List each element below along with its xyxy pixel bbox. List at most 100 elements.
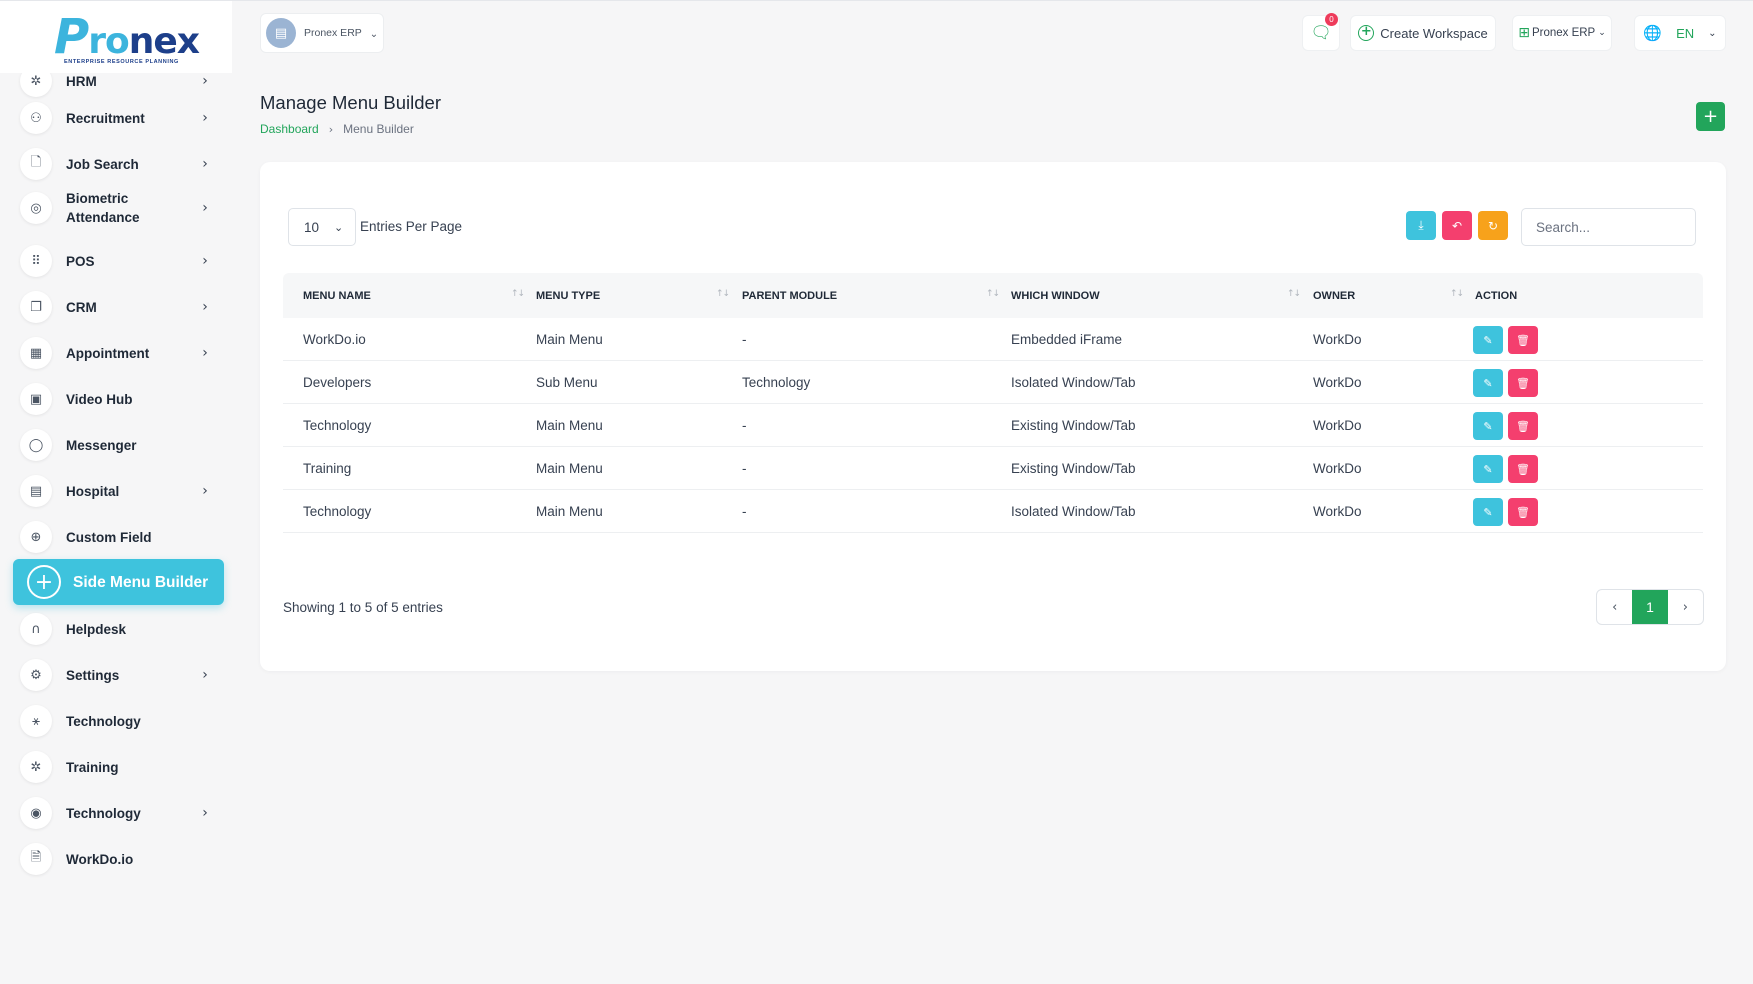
- chevron-down-icon: ⌄: [1708, 27, 1717, 39]
- trash-icon: 🗑: [1516, 419, 1530, 433]
- chevron-right-icon: ›: [202, 156, 208, 172]
- grid-icon: ⠿: [20, 245, 52, 277]
- sort-icon[interactable]: ↑↓: [1287, 289, 1301, 299]
- edit-button[interactable]: ✎: [1473, 412, 1503, 440]
- sidebar-item-recruitment[interactable]: ⚇ Recruitment ›: [20, 96, 216, 140]
- sidebar-item-technology[interactable]: ⚹ Technology: [20, 699, 216, 743]
- delete-button[interactable]: 🗑: [1508, 498, 1538, 526]
- breadcrumb-dashboard-link[interactable]: Dashboard: [260, 122, 319, 136]
- sidebar-item-label: Technology: [66, 713, 141, 729]
- chevron-right-icon: ›: [202, 805, 208, 821]
- notification-badge: 0: [1325, 13, 1338, 26]
- app-switcher-button[interactable]: ⊞ Pronex ERP ⌄: [1512, 15, 1612, 51]
- undo-icon: ↶: [1451, 218, 1463, 233]
- sidebar-item-workdo-io[interactable]: 🗎 WorkDo.io: [20, 837, 216, 881]
- language-selector[interactable]: 🌐 EN ⌄: [1634, 15, 1726, 51]
- cell-which-window: Existing Window/Tab: [1011, 461, 1136, 476]
- chevron-right-icon: ›: [202, 73, 208, 89]
- sidebar-item-label: Biometric Attendance: [66, 191, 140, 225]
- menu-table: MENU NAME ↑↓ MENU TYPE ↑↓ PARENT MODULE …: [283, 273, 1703, 533]
- create-workspace-button[interactable]: + Create Workspace: [1350, 15, 1496, 51]
- table-row: Technology Main Menu - Existing Window/Tab W…: [283, 404, 1703, 447]
- sidebar-item-label: WorkDo.io: [66, 851, 134, 867]
- refresh-button[interactable]: ↻: [1478, 211, 1508, 240]
- sidebar-item-custom-field[interactable]: ⊕ Custom Field: [20, 515, 216, 559]
- delete-button[interactable]: 🗑: [1508, 412, 1538, 440]
- previous-page-button[interactable]: ‹: [1597, 590, 1632, 624]
- sort-icon[interactable]: ↑↓: [716, 289, 730, 299]
- add-menu-button[interactable]: +: [1696, 102, 1725, 131]
- cell-parent-module: -: [742, 332, 747, 347]
- cell-parent-module: -: [742, 504, 747, 519]
- table-row: Developers Sub Menu Technology Isolated Win…: [283, 361, 1703, 404]
- sidebar-item-job-search[interactable]: 🗋 Job Search ›: [20, 142, 216, 186]
- column-header-menu-type[interactable]: MENU TYPE: [536, 273, 600, 318]
- messages-button[interactable]: 🗨 0: [1302, 13, 1340, 51]
- sidebar-item-label: Custom Field: [66, 529, 152, 545]
- pencil-icon: ✎: [1483, 376, 1493, 390]
- page-button-1[interactable]: 1: [1632, 590, 1668, 624]
- sidebar-item-crm[interactable]: ❐ CRM ›: [20, 285, 216, 329]
- column-header-owner[interactable]: OWNER: [1313, 273, 1355, 318]
- delete-button[interactable]: 🗑: [1508, 455, 1538, 483]
- edit-button[interactable]: ✎: [1473, 369, 1503, 397]
- sidebar-item-technology[interactable]: ◉ Technology ›: [20, 791, 216, 835]
- entries-per-page-select[interactable]: 10 ⌄: [288, 208, 356, 246]
- pencil-icon: ✎: [1483, 505, 1493, 519]
- cell-menu-name: Technology: [303, 418, 372, 433]
- delete-button[interactable]: 🗑: [1508, 369, 1538, 397]
- sidebar-item-label: Messenger: [66, 437, 137, 453]
- table-header: MENU NAME ↑↓ MENU TYPE ↑↓ PARENT MODULE …: [283, 273, 1703, 318]
- chevron-right-icon: ›: [202, 253, 208, 269]
- sidebar-item-settings[interactable]: ⚙ Settings ›: [20, 653, 216, 697]
- sidebar-item-appointment[interactable]: ▦ Appointment ›: [20, 331, 216, 375]
- sidebar-item-training[interactable]: ✲ Training: [20, 745, 216, 789]
- video-icon: ▣: [20, 383, 52, 415]
- sidebar-item-helpdesk[interactable]: ∩ Helpdesk: [20, 607, 216, 651]
- cell-menu-type: Main Menu: [536, 461, 603, 476]
- edit-button[interactable]: ✎: [1473, 326, 1503, 354]
- column-header-menu-name[interactable]: MENU NAME: [303, 273, 371, 318]
- cell-which-window: Isolated Window/Tab: [1011, 375, 1136, 390]
- export-button[interactable]: ⤓: [1406, 211, 1436, 240]
- sort-icon[interactable]: ↑↓: [1450, 289, 1464, 299]
- sidebar-item-label: Job Search: [66, 156, 139, 172]
- cell-owner: WorkDo: [1313, 418, 1362, 433]
- pencil-icon: ✎: [1483, 462, 1493, 476]
- sidebar-item-label: CRM: [66, 299, 97, 315]
- gear-icon: ⚙: [20, 659, 52, 691]
- sidebar-item-video-hub[interactable]: ▣ Video Hub: [20, 377, 216, 421]
- search-input[interactable]: [1521, 208, 1696, 246]
- logo-tagline: ENTERPRISE RESOURCE PLANNING: [64, 59, 179, 65]
- pencil-icon: ✎: [1483, 419, 1493, 433]
- column-header-parent-module[interactable]: PARENT MODULE: [742, 273, 837, 318]
- delete-button[interactable]: 🗑: [1508, 326, 1538, 354]
- sort-icon[interactable]: ↑↓: [511, 289, 525, 299]
- next-page-button[interactable]: ›: [1668, 590, 1703, 624]
- chevron-right-icon: ›: [202, 667, 208, 683]
- reset-button[interactable]: ↶: [1442, 211, 1472, 240]
- globe-icon: 🌐: [1643, 24, 1663, 42]
- sidebar-item-label: Hospital: [66, 483, 120, 499]
- chat-icon: 🗨: [1310, 23, 1332, 43]
- column-header-which-window[interactable]: WHICH WINDOW: [1011, 273, 1100, 318]
- sidebar-item-label: Settings: [66, 667, 120, 683]
- brand-logo[interactable]: Pronex ENTERPRISE RESOURCE PLANNING: [0, 1, 232, 73]
- calendar-icon: ▦: [20, 337, 52, 369]
- sidebar-item-hospital[interactable]: ▤ Hospital ›: [20, 469, 216, 513]
- plus-circle-icon: ⊕: [20, 521, 52, 553]
- edit-button[interactable]: ✎: [1473, 498, 1503, 526]
- edit-button[interactable]: ✎: [1473, 455, 1503, 483]
- sidebar-item-messenger[interactable]: ◯ Messenger: [20, 423, 216, 467]
- cell-menu-type: Main Menu: [536, 504, 603, 519]
- sort-icon[interactable]: ↑↓: [986, 289, 1000, 299]
- cell-which-window: Isolated Window/Tab: [1011, 504, 1136, 519]
- copy-icon: ❐: [20, 291, 52, 323]
- sidebar-item-side-menu-builder[interactable]: + Side Menu Builder: [13, 559, 224, 605]
- sidebar-item-biometric-attendance[interactable]: ◎ Biometric Attendance ›: [20, 186, 216, 230]
- plus-circle-icon: +: [27, 565, 61, 599]
- chevron-left-icon: ‹: [1612, 599, 1618, 615]
- chevron-right-icon: ›: [202, 200, 208, 216]
- workspace-switcher[interactable]: ▤ Pronex ERP ⌄: [260, 13, 384, 53]
- sidebar-item-pos[interactable]: ⠿ POS ›: [20, 239, 216, 283]
